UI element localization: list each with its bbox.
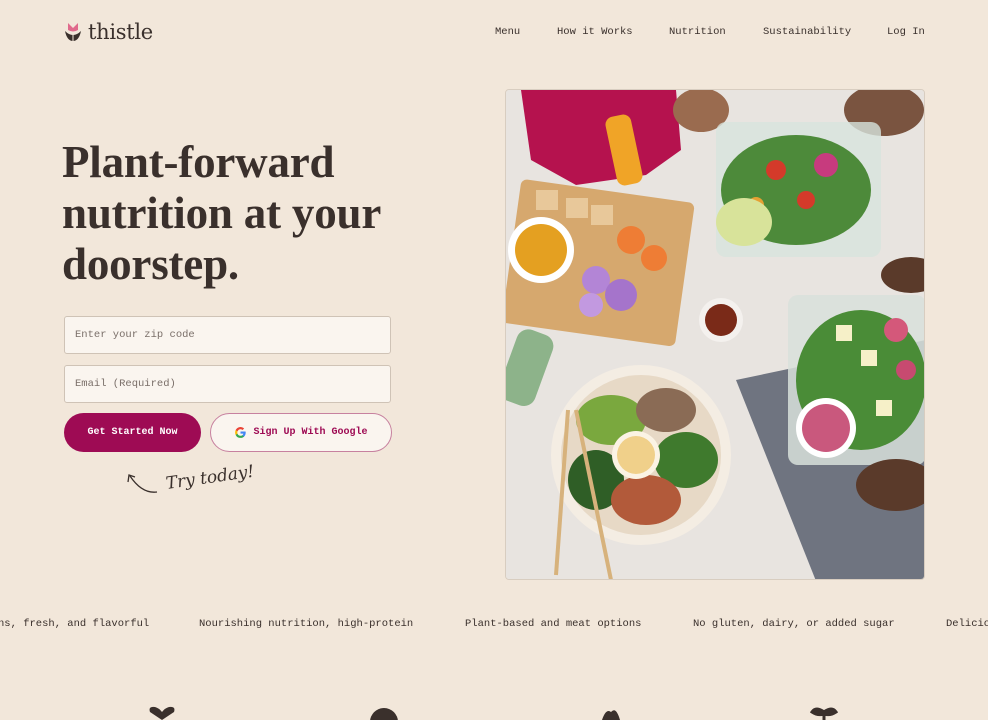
nav-log-in[interactable]: Log In	[887, 26, 925, 38]
ticker-item: Nourishing nutrition, high-protein	[199, 618, 414, 630]
feature-icons-row	[0, 706, 988, 720]
ticker-item: Delicio	[946, 618, 988, 630]
nav-menu[interactable]: Menu	[495, 26, 520, 38]
ticker-item: Plant-based and meat options	[465, 618, 642, 630]
leaf-bunch-icon	[598, 706, 624, 720]
get-started-button[interactable]: Get Started Now	[64, 413, 201, 452]
google-g-icon	[235, 427, 247, 438]
hero-headline: Plant-forward nutrition at your doorstep…	[62, 137, 381, 289]
nav-sustainability[interactable]: Sustainability	[763, 26, 851, 38]
google-signup-button[interactable]: Sign Up With Google	[210, 413, 392, 452]
nav-nutrition[interactable]: Nutrition	[669, 26, 726, 38]
ticker-item: ns, fresh, and flavorful	[0, 618, 150, 630]
plant-icon	[808, 706, 840, 720]
email-input[interactable]	[64, 365, 391, 403]
benefits-ticker: ns, fresh, and flavorful Nourishing nutr…	[0, 618, 988, 634]
zip-code-input[interactable]	[64, 316, 391, 354]
try-today-note: Try today!	[164, 461, 256, 494]
top-nav: Menu How it Works Nutrition Sustainabili…	[0, 26, 988, 40]
google-signup-label: Sign Up With Google	[253, 427, 368, 438]
sun-icon	[368, 706, 400, 720]
curved-arrow-icon	[127, 474, 158, 493]
hero-food-photo	[505, 89, 925, 580]
heart-icon	[146, 706, 178, 720]
nav-how-it-works[interactable]: How it Works	[557, 26, 633, 38]
get-started-label: Get Started Now	[87, 427, 178, 438]
ticker-item: No gluten, dairy, or added sugar	[693, 618, 895, 630]
